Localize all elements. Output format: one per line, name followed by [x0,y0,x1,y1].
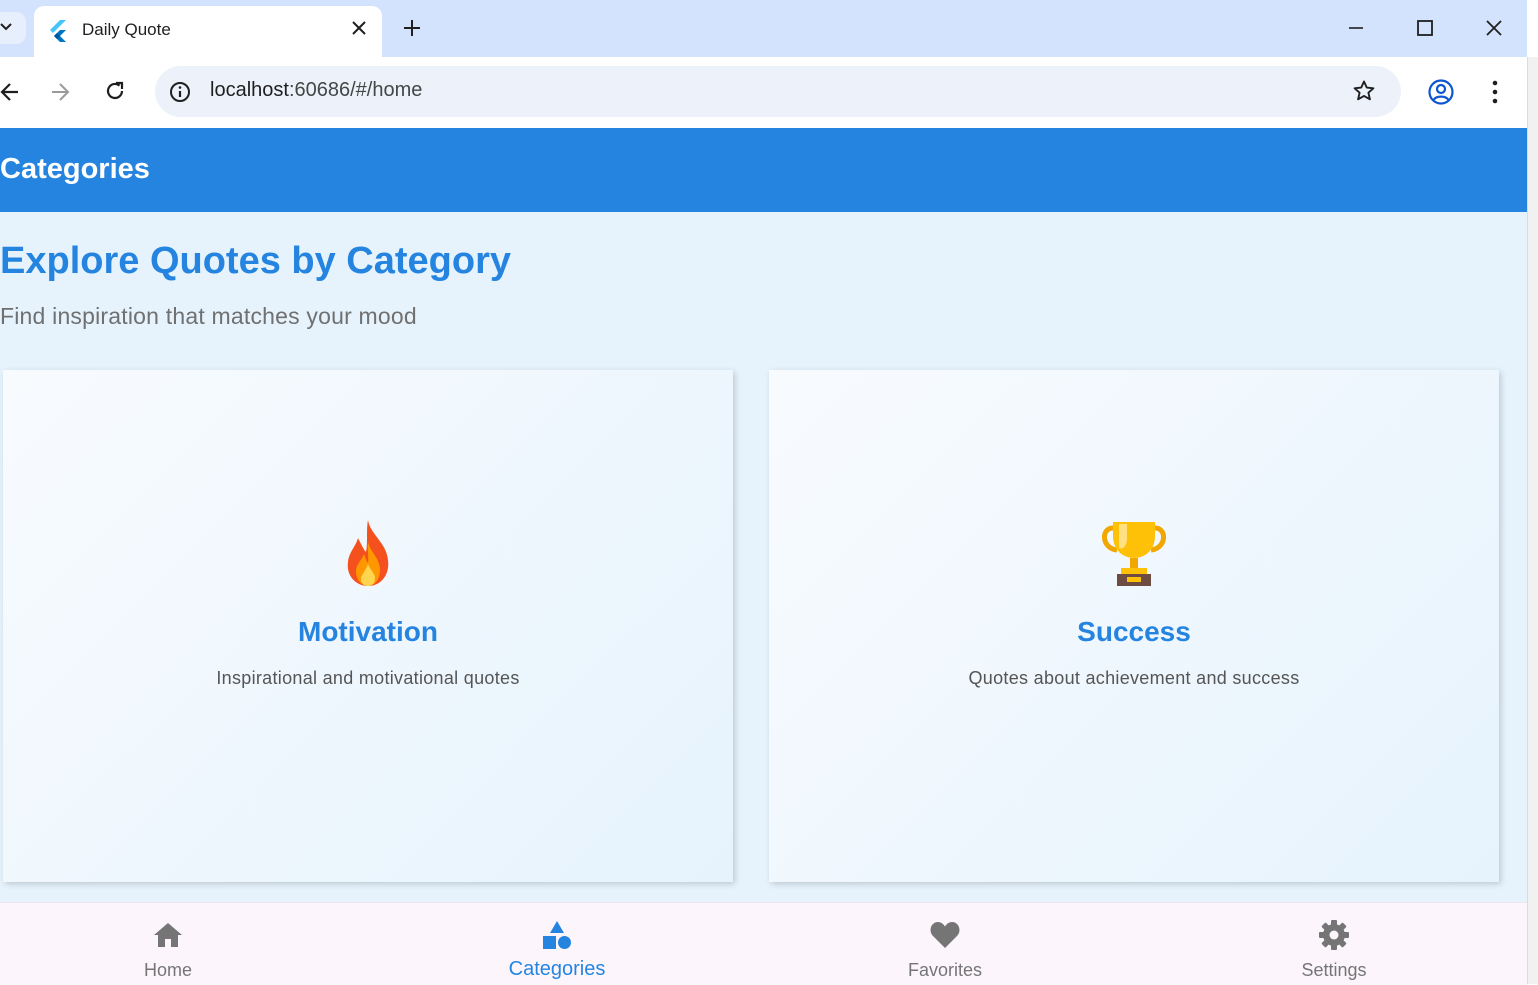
window-scrollbar[interactable] [1527,57,1538,984]
flutter-logo-icon [50,20,66,42]
address-bar[interactable]: localhost:60686/#/home [155,66,1401,117]
browser-menu-icon[interactable] [1483,78,1507,106]
fire-icon [3,518,733,593]
page-title: Categories [0,153,150,185]
nav-label: Settings [1301,960,1367,980]
section-headline: Explore Quotes by Category [0,240,512,282]
chevron-down-icon [0,23,12,31]
nav-favorites[interactable]: Favorites [845,903,1045,985]
bottom-navigation: Home Categories Favorites Settings [0,902,1527,985]
category-card-motivation[interactable]: Motivation Inspirational and motivationa… [3,370,733,882]
address-url[interactable]: localhost:60686/#/home [210,79,422,102]
category-name: Success [1077,616,1191,647]
category-description: Inspirational and motivational quotes [216,668,520,688]
reload-icon[interactable] [103,79,127,103]
nav-label: Categories [508,958,606,980]
nav-home[interactable]: Home [68,903,268,985]
tab-search-button[interactable] [0,12,26,44]
nav-categories[interactable]: Categories [457,903,657,985]
browser-toolbar: localhost:60686/#/home [0,57,1527,128]
category-description: Quotes about achievement and success [968,668,1300,688]
nav-label: Favorites [907,960,983,980]
tab-title: Daily Quote [82,20,171,39]
maximize-icon[interactable] [1413,16,1437,40]
url-host: localhost [210,79,289,101]
category-name: Motivation [298,616,438,647]
window-close-icon[interactable] [1482,16,1506,40]
category-card-success[interactable]: Success Quotes about achievement and suc… [769,370,1499,882]
trophy-icon [769,518,1499,593]
forward-arrow-icon[interactable] [48,80,72,104]
nav-label: Home [143,960,192,980]
gear-icon [1319,920,1349,950]
browser-tabstrip: Daily Quote [0,0,1527,57]
browser-tab-active[interactable]: Daily Quote [34,6,382,57]
back-arrow-icon[interactable] [0,80,22,104]
site-info-icon[interactable] [168,80,192,104]
section-subheadline: Find inspiration that matches your mood [0,303,417,329]
app-bar: Categories [0,128,1527,212]
category-icon [543,921,571,949]
url-path: :60686/#/home [288,79,423,101]
home-icon [154,923,182,947]
nav-settings[interactable]: Settings [1234,903,1434,985]
categories-content: Explore Quotes by Category Find inspirat… [0,212,1527,902]
heart-icon [930,922,960,948]
bookmark-star-icon[interactable] [1352,79,1376,103]
close-tab-icon[interactable] [349,18,369,38]
minimize-icon[interactable] [1344,16,1368,40]
profile-avatar-icon[interactable] [1427,78,1455,106]
new-tab-icon[interactable] [400,16,424,40]
